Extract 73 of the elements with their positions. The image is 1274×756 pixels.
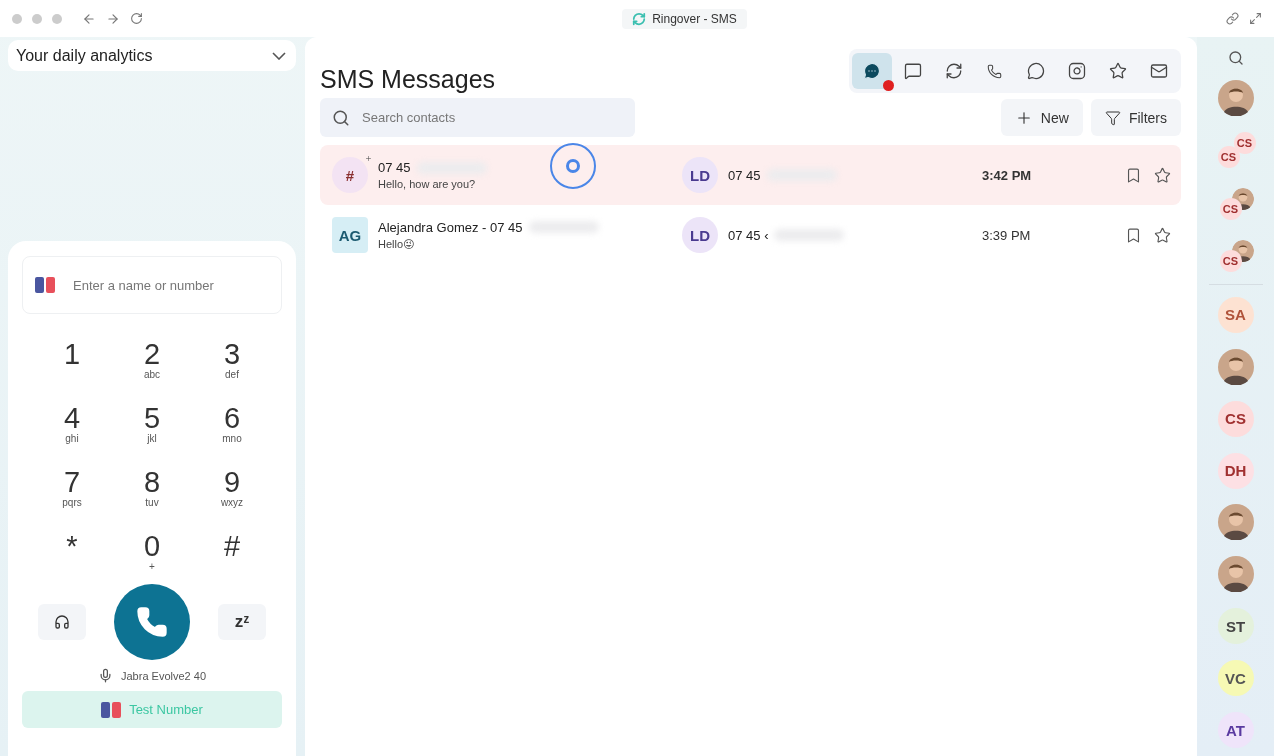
flag-icon — [35, 277, 55, 293]
line-avatar: LD — [682, 217, 718, 253]
dial-key[interactable]: 5 jkl — [112, 402, 192, 452]
dial-key[interactable]: 8 tuv — [112, 466, 192, 516]
device-label: Jabra Evolve2 40 — [121, 669, 206, 682]
search-bar[interactable]: Search contacts — [320, 98, 635, 137]
chat-bubble-icon — [862, 62, 881, 80]
app-logo-icon — [632, 11, 647, 26]
reload-icon[interactable] — [130, 12, 143, 25]
contact-avatar[interactable]: ST — [1217, 608, 1254, 645]
search-icon — [332, 108, 350, 127]
flag-icon — [101, 701, 122, 718]
message-time: 3:39 PM — [982, 227, 1032, 243]
page-title: SMS Messages — [320, 65, 496, 94]
line-number: 07 45 — [728, 167, 761, 183]
star-icon[interactable] — [1154, 166, 1171, 184]
number-entry-bar[interactable]: Enter a name or number — [22, 256, 282, 314]
group-avatar[interactable]: CS — [1217, 146, 1240, 169]
bookmark-icon[interactable] — [1125, 226, 1142, 244]
contact-avatar: # — [332, 157, 368, 193]
sync-icon — [944, 62, 963, 80]
contact-avatar[interactable]: VC — [1217, 660, 1254, 697]
filter-icon — [1104, 109, 1121, 126]
headset-button[interactable] — [38, 604, 86, 640]
analytics-dropdown[interactable]: Your daily analytics — [8, 40, 296, 71]
headset-icon — [54, 614, 70, 630]
camera-icon — [1067, 62, 1086, 80]
snooze-button[interactable]: zᶻ — [218, 604, 266, 640]
contact-avatar: AG — [332, 217, 368, 253]
line-number: 07 45 ‹ — [728, 227, 769, 243]
line-avatar: LD — [682, 157, 718, 193]
dial-key[interactable]: 6 mno — [192, 402, 272, 452]
phone-icon — [136, 606, 168, 638]
chevron-down-icon — [272, 51, 286, 60]
search-field[interactable]: Search contacts — [360, 109, 623, 126]
channel-tab[interactable] — [851, 53, 892, 89]
dial-key[interactable]: 2 abc — [112, 338, 192, 388]
dial-key[interactable]: 3 def — [192, 338, 272, 388]
filters-button[interactable]: Filters — [1090, 99, 1181, 136]
contact-avatar[interactable]: SA — [1217, 296, 1254, 333]
link-icon[interactable] — [1226, 12, 1239, 25]
star-icon[interactable] — [1154, 226, 1171, 244]
contact-avatar[interactable]: CS — [1217, 400, 1254, 437]
window-title: Ringover - SMS — [652, 11, 737, 26]
microphone-icon — [98, 668, 113, 683]
dial-key[interactable]: 1 — [32, 338, 112, 388]
message-preview: Hello, how are you? — [378, 178, 477, 190]
click-indicator — [550, 143, 596, 189]
new-button[interactable]: New — [1000, 99, 1083, 136]
star-icon — [1108, 62, 1127, 80]
number-field[interactable]: Enter a name or number — [71, 276, 269, 294]
conversation-row[interactable]: # 07 45 Hello, how are you? LD 07 45 3:42 PM — [320, 145, 1181, 205]
phone-bubble-icon — [987, 63, 1002, 79]
search-icon[interactable] — [1227, 49, 1244, 66]
group-avatar[interactable]: CS — [1219, 198, 1242, 221]
back-icon[interactable] — [82, 11, 96, 26]
dial-key[interactable]: 7 pqrs — [32, 466, 112, 516]
contact-name: Alejandra Gomez - 07 45 — [378, 219, 523, 235]
dial-key[interactable]: 0 + — [112, 530, 192, 580]
dial-key[interactable]: 4 ghi — [32, 402, 112, 452]
bookmark-icon[interactable] — [1125, 166, 1142, 184]
group-avatar[interactable]: CS — [1219, 250, 1242, 272]
dial-key[interactable]: * — [32, 530, 112, 580]
dial-key[interactable]: # — [192, 530, 272, 580]
dial-key[interactable]: 9 wxyz — [192, 466, 272, 516]
message-time: 3:42 PM — [982, 167, 1033, 183]
mail-icon — [1149, 62, 1168, 80]
contact-avatar[interactable]: DH — [1217, 452, 1254, 489]
message-preview: Hello😜 — [378, 237, 416, 251]
contact-name: 07 45 — [378, 160, 411, 175]
forward-icon[interactable] — [106, 11, 120, 26]
contact-avatar[interactable]: AT — [1217, 712, 1254, 748]
expand-icon[interactable] — [1249, 12, 1262, 25]
